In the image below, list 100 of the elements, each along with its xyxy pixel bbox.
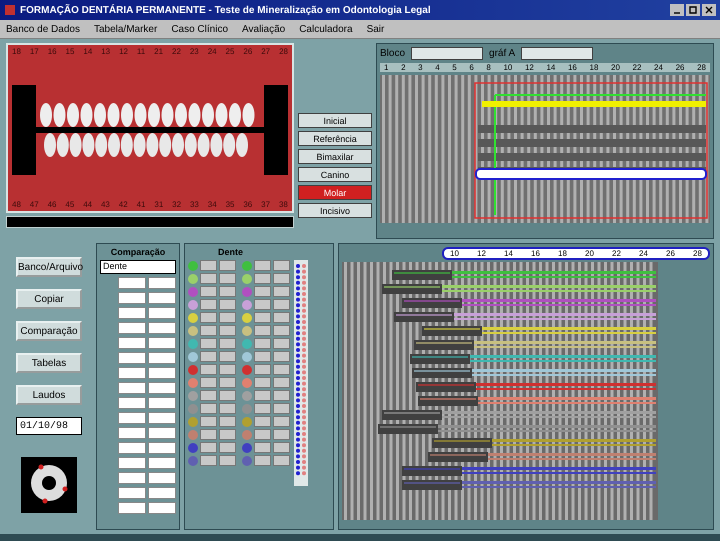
value-field[interactable]: [118, 487, 146, 499]
menu-item[interactable]: Sair: [366, 24, 384, 34]
value-field[interactable]: [118, 442, 146, 454]
value-field[interactable]: [200, 299, 217, 310]
value-field[interactable]: [273, 325, 290, 336]
value-field[interactable]: [148, 487, 176, 499]
stage-button[interactable]: Referência: [298, 131, 372, 146]
value-field[interactable]: [254, 364, 271, 375]
value-field[interactable]: [200, 403, 217, 414]
close-icon[interactable]: [702, 4, 716, 16]
value-field[interactable]: [118, 292, 146, 304]
value-field[interactable]: [148, 442, 176, 454]
value-field[interactable]: [219, 299, 236, 310]
value-field[interactable]: [273, 429, 290, 440]
date-field[interactable]: 01/10/98: [16, 417, 82, 435]
value-field[interactable]: [254, 286, 271, 297]
value-field[interactable]: [273, 403, 290, 414]
value-field[interactable]: [200, 442, 217, 453]
value-field[interactable]: [254, 403, 271, 414]
value-field[interactable]: [219, 403, 236, 414]
value-field[interactable]: [200, 312, 217, 323]
value-field[interactable]: [148, 307, 176, 319]
stage-button[interactable]: Canino: [298, 167, 372, 182]
value-field[interactable]: [273, 260, 290, 271]
side-button[interactable]: Laudos: [16, 385, 82, 405]
value-field[interactable]: [254, 325, 271, 336]
value-field[interactable]: [219, 455, 236, 466]
side-button[interactable]: Banco/Arquivo: [16, 257, 82, 277]
value-field[interactable]: [273, 351, 290, 362]
value-field[interactable]: [118, 427, 146, 439]
value-field[interactable]: [273, 299, 290, 310]
value-field[interactable]: [254, 338, 271, 349]
value-field[interactable]: [118, 397, 146, 409]
menu-item[interactable]: Calculadora: [299, 24, 353, 34]
value-field[interactable]: [219, 364, 236, 375]
value-field[interactable]: [219, 377, 236, 388]
highlight-bar[interactable]: [475, 168, 707, 180]
value-field[interactable]: [200, 429, 217, 440]
value-field[interactable]: [273, 377, 290, 388]
tooth-select[interactable]: Dente: [100, 260, 176, 274]
menu-item[interactable]: Caso Clínico: [171, 24, 228, 34]
value-field[interactable]: [219, 351, 236, 362]
side-button[interactable]: Comparação: [16, 321, 82, 341]
value-field[interactable]: [148, 367, 176, 379]
value-field[interactable]: [273, 364, 290, 375]
value-field[interactable]: [148, 502, 176, 514]
value-field[interactable]: [148, 352, 176, 364]
value-field[interactable]: [254, 455, 271, 466]
value-field[interactable]: [200, 286, 217, 297]
maximize-icon[interactable]: [686, 4, 700, 16]
value-field[interactable]: [148, 382, 176, 394]
value-field[interactable]: [254, 416, 271, 427]
menu-item[interactable]: Banco de Dados: [6, 24, 80, 34]
stage-button[interactable]: Inicial: [298, 113, 372, 128]
value-field[interactable]: [148, 427, 176, 439]
value-field[interactable]: [118, 367, 146, 379]
value-field[interactable]: [254, 429, 271, 440]
value-field[interactable]: [219, 416, 236, 427]
value-field[interactable]: [219, 442, 236, 453]
value-field[interactable]: [273, 442, 290, 453]
value-field[interactable]: [118, 472, 146, 484]
value-field[interactable]: [273, 312, 290, 323]
value-field[interactable]: [254, 351, 271, 362]
value-field[interactable]: [118, 307, 146, 319]
value-field[interactable]: [148, 337, 176, 349]
value-field[interactable]: [118, 457, 146, 469]
stage-button[interactable]: Molar: [298, 185, 372, 200]
value-field[interactable]: [219, 286, 236, 297]
value-field[interactable]: [200, 416, 217, 427]
value-field[interactable]: [148, 277, 176, 289]
scrollbar[interactable]: [6, 216, 294, 228]
value-field[interactable]: [219, 325, 236, 336]
value-field[interactable]: [200, 260, 217, 271]
value-field[interactable]: [118, 352, 146, 364]
value-field[interactable]: [254, 260, 271, 271]
value-field[interactable]: [254, 299, 271, 310]
value-field[interactable]: [148, 472, 176, 484]
side-button[interactable]: Tabelas: [16, 353, 82, 373]
value-field[interactable]: [118, 277, 146, 289]
value-field[interactable]: [219, 338, 236, 349]
stage-button[interactable]: Bimaxilar: [298, 149, 372, 164]
value-field[interactable]: [118, 322, 146, 334]
menu-item[interactable]: Avaliação: [242, 24, 286, 34]
value-field[interactable]: [200, 455, 217, 466]
value-field[interactable]: [254, 390, 271, 401]
menu-item[interactable]: Tabela/Marker: [94, 24, 158, 34]
value-field[interactable]: [219, 273, 236, 284]
value-field[interactable]: [200, 377, 217, 388]
value-field[interactable]: [273, 416, 290, 427]
value-field[interactable]: [219, 390, 236, 401]
value-field[interactable]: [273, 338, 290, 349]
stage-button[interactable]: Incisivo: [298, 203, 372, 218]
value-field[interactable]: [200, 325, 217, 336]
value-field[interactable]: [118, 412, 146, 424]
value-field[interactable]: [200, 338, 217, 349]
value-field[interactable]: [148, 412, 176, 424]
value-field[interactable]: [273, 455, 290, 466]
value-field[interactable]: [200, 273, 217, 284]
value-field[interactable]: [273, 390, 290, 401]
dropdown[interactable]: [411, 47, 484, 60]
